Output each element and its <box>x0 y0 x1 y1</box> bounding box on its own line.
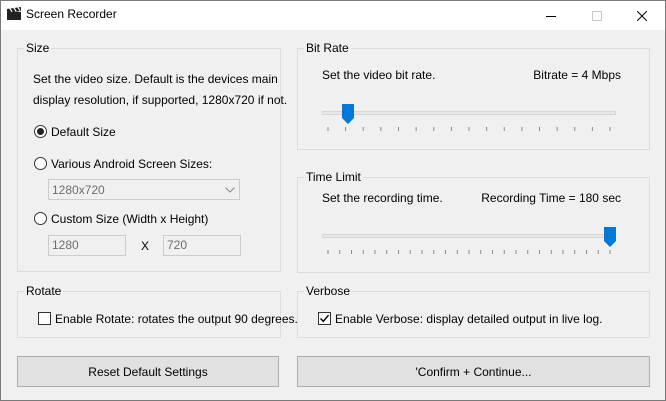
close-button[interactable] <box>619 1 665 30</box>
various-sizes-radio[interactable] <box>34 157 47 170</box>
default-size-label[interactable]: Default Size <box>51 125 116 139</box>
timelimit-slider-thumb[interactable] <box>604 227 616 247</box>
default-size-radio[interactable] <box>34 125 47 138</box>
confirm-continue-button[interactable]: 'Confirm + Continue... <box>297 356 650 387</box>
close-icon <box>637 10 647 21</box>
enable-rotate-label[interactable]: Enable Rotate: rotates the output 90 deg… <box>55 312 298 326</box>
bitrate-group-title: Bit Rate <box>304 41 351 55</box>
verbose-group-title: Verbose <box>304 284 353 298</box>
custom-width-input[interactable]: 1280 <box>48 235 126 256</box>
bitrate-group: Bit Rate Set the video bit rate. Bitrate… <box>297 41 650 150</box>
timelimit-description: Set the recording time. <box>322 191 443 205</box>
rotate-group-title: Rotate <box>24 284 64 298</box>
reset-default-settings-button[interactable]: Reset Default Settings <box>17 356 279 387</box>
verbose-group: Verbose Enable Verbose: display detailed… <box>297 284 650 338</box>
title-bar: Screen Recorder <box>1 1 665 30</box>
custom-size-radio[interactable] <box>34 212 47 225</box>
bitrate-slider-thumb[interactable] <box>341 104 354 124</box>
size-group: Size Set the video size. Default is the … <box>17 41 287 272</box>
custom-size-label[interactable]: Custom Size (Width x Height) <box>51 212 208 226</box>
maximize-button[interactable] <box>574 1 620 30</box>
custom-size-separator: X <box>141 239 150 253</box>
bitrate-slider-track[interactable] <box>322 111 616 115</box>
enable-verbose-checkbox[interactable] <box>318 312 331 325</box>
timelimit-value-label: Recording Time = 180 sec <box>481 191 621 205</box>
chevron-down-icon[interactable] <box>221 180 239 199</box>
checkmark-icon <box>320 314 330 323</box>
screen-size-dropdown[interactable]: 1280x720 <box>48 179 240 200</box>
size-description-line2: display resolution, if supported, 1280x7… <box>33 93 288 107</box>
size-group-title: Size <box>24 41 52 55</box>
timelimit-slider-ticks <box>327 250 611 254</box>
bitrate-value-label: Bitrate = 4 Mbps <box>533 68 621 82</box>
various-sizes-label[interactable]: Various Android Screen Sizes: <box>51 157 212 171</box>
timelimit-group-title: Time Limit <box>304 170 363 184</box>
minimize-button[interactable] <box>528 1 574 30</box>
timelimit-slider-track[interactable] <box>322 234 616 238</box>
window-title: Screen Recorder <box>26 7 117 21</box>
enable-verbose-label[interactable]: Enable Verbose: display detailed output … <box>335 312 603 326</box>
screen-size-dropdown-value: 1280x720 <box>52 183 105 197</box>
bitrate-description: Set the video bit rate. <box>322 68 436 82</box>
custom-height-input[interactable]: 720 <box>163 235 241 256</box>
minimize-icon <box>546 15 556 17</box>
screen-recorder-window: Screen Recorder Size Set the video size.… <box>0 0 666 401</box>
rotate-group: Rotate Enable Rotate: rotates the output… <box>17 284 298 338</box>
enable-rotate-checkbox[interactable] <box>38 312 51 325</box>
maximize-icon <box>592 10 602 21</box>
size-description-line1: Set the video size. Default is the devic… <box>33 72 278 86</box>
timelimit-group: Time Limit Set the recording time. Recor… <box>297 170 650 273</box>
bitrate-slider-ticks <box>327 127 611 131</box>
clapperboard-icon <box>7 7 21 20</box>
